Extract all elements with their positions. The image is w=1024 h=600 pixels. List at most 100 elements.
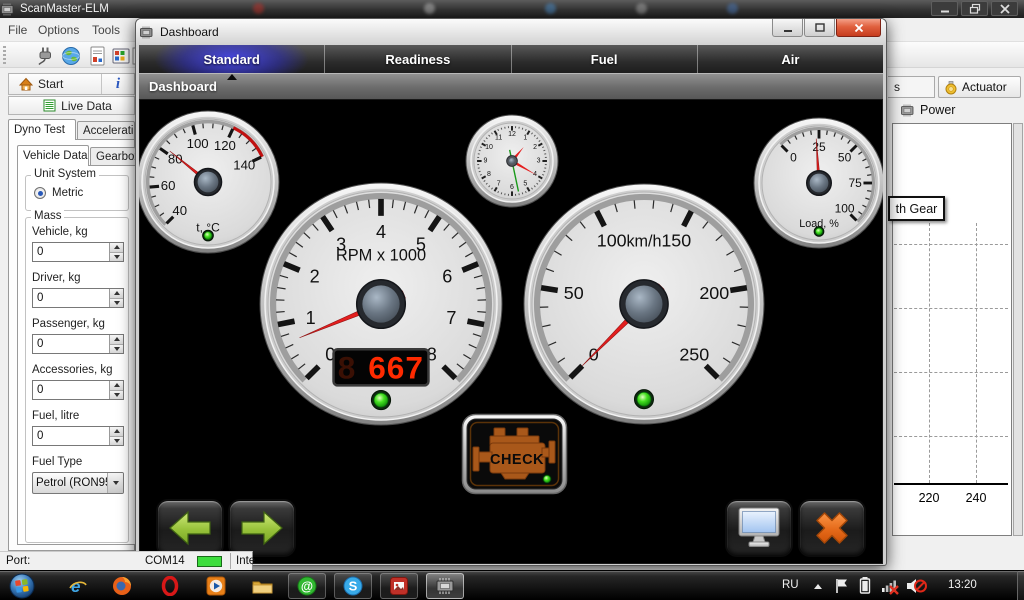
next-page-button[interactable] (230, 501, 294, 555)
dashboard-window-controls (772, 19, 881, 37)
svg-text:S: S (349, 579, 358, 594)
media-app-button[interactable] (380, 573, 418, 599)
accessories-kg-input[interactable]: 0 (32, 380, 124, 400)
dashboard-close-button[interactable] (836, 19, 881, 37)
partial-tab[interactable]: s (888, 76, 935, 98)
vehicle-kg-spinner[interactable] (109, 243, 123, 261)
svg-text:3: 3 (537, 158, 541, 165)
firefox-icon[interactable] (112, 576, 132, 596)
chip-icon (434, 577, 456, 595)
close-button[interactable] (991, 1, 1018, 16)
combo-dropdown-icon[interactable] (107, 473, 123, 493)
globe-icon[interactable] (60, 45, 82, 67)
action-center-flag-icon[interactable] (834, 577, 850, 595)
explorer-folder-icon[interactable] (252, 576, 273, 596)
live-data-list-icon (43, 99, 56, 112)
check-label: CHECK (490, 452, 544, 468)
opera-icon[interactable] (160, 576, 180, 596)
home-icon (19, 77, 33, 91)
tab-air[interactable]: Air (698, 45, 883, 73)
tab-gearbox[interactable]: Gearbox (90, 147, 136, 166)
dashboard-tab-bar: Standard Readiness Fuel Air (139, 45, 883, 73)
connect-plug-icon[interactable] (34, 45, 56, 67)
dashboard-maximize-button[interactable] (804, 19, 835, 37)
statusbar-divider (230, 553, 231, 569)
vehicle-kg-input[interactable]: 0 (32, 242, 124, 262)
prev-page-button[interactable] (158, 501, 222, 555)
tab-dyno-test[interactable]: Dyno Test (8, 119, 76, 140)
menu-file[interactable]: File (8, 18, 27, 42)
gear-label: th Gear (888, 196, 945, 221)
modules-grid-icon[interactable] (110, 45, 132, 67)
passenger-kg-spinner[interactable] (109, 335, 123, 353)
menu-tools[interactable]: Tools (92, 18, 120, 42)
minimize-button[interactable] (931, 1, 958, 16)
menu-options[interactable]: Options (38, 18, 79, 42)
actuator-tab[interactable]: Actuator (938, 76, 1021, 98)
unit-system-group: Unit System Metric (25, 175, 129, 211)
speed-gauge: 050100150200250km/h (523, 183, 765, 425)
dashboard-minimize-button[interactable] (772, 19, 803, 37)
fuel-type-combobox[interactable]: Petrol (RON95 (32, 472, 124, 494)
show-desktop-button[interactable] (1017, 571, 1024, 600)
tray-expand-icon[interactable] (814, 584, 822, 589)
dashboard-titlebar[interactable]: Dashboard (136, 19, 886, 45)
svg-text:140: 140 (233, 158, 255, 173)
taskbar: e @ S (0, 570, 1024, 600)
start-button[interactable]: Start (9, 74, 101, 94)
titlebar-blob-red (253, 3, 264, 14)
info-icon: i (116, 76, 120, 93)
fuel-type-value: Petrol (RON95 (33, 473, 107, 493)
tab-standard[interactable]: Standard (139, 45, 325, 73)
driver-kg-spinner[interactable] (109, 289, 123, 307)
svg-text:120: 120 (214, 138, 236, 153)
svg-text:50: 50 (564, 283, 584, 303)
gear-label-text: th Gear (896, 202, 938, 216)
network-icon[interactable] (880, 577, 900, 595)
mass-legend: Mass (31, 210, 64, 222)
passenger-kg-input[interactable]: 0 (32, 334, 124, 354)
power-tab[interactable]: Power (900, 101, 955, 119)
volume-muted-icon[interactable] (905, 576, 927, 596)
actuator-tab-label: Actuator (962, 80, 1007, 94)
fuel-litre-spinner[interactable] (109, 427, 123, 445)
media-player-icon[interactable] (206, 576, 226, 596)
actuator-icon (944, 80, 958, 95)
accessories-kg-spinner[interactable] (109, 381, 123, 399)
battery-icon[interactable] (858, 576, 872, 595)
svg-text:25: 25 (812, 140, 826, 154)
tab-vehicle-data[interactable]: Vehicle Data (17, 145, 89, 166)
mail-agent-app-button[interactable]: @ (288, 573, 326, 599)
start-orb[interactable] (9, 573, 35, 599)
fuel-litre-input[interactable]: 0 (32, 426, 124, 446)
vertical-scrollbar[interactable] (1013, 123, 1023, 536)
skype-app-button[interactable]: S (334, 573, 372, 599)
report-icon[interactable] (86, 45, 108, 67)
tab-acceleration[interactable]: Acceleration (77, 121, 135, 140)
tab-fuel[interactable]: Fuel (512, 45, 698, 73)
tab-acceleration-label: Acceleration (83, 125, 135, 137)
svg-text:1: 1 (523, 134, 527, 141)
language-indicator[interactable]: RU (782, 579, 799, 591)
svg-text:40: 40 (172, 203, 187, 218)
svg-text:1: 1 (306, 308, 316, 328)
internet-explorer-icon[interactable]: e (68, 576, 88, 596)
scanmaster-app-button[interactable] (426, 573, 464, 599)
passenger-kg-value: 0 (33, 335, 109, 353)
driver-kg-input[interactable]: 0 (32, 288, 124, 308)
fuel-litre-value: 0 (33, 427, 109, 445)
clock[interactable]: 13:20 (948, 579, 977, 591)
tab-readiness[interactable]: Readiness (325, 45, 511, 73)
metric-radio[interactable] (34, 187, 46, 199)
live-data-button[interactable]: Live Data (8, 96, 135, 115)
driver-kg-label: Driver, kg (32, 272, 81, 284)
info-button[interactable]: i (101, 74, 134, 94)
close-dashboard-button[interactable] (800, 501, 864, 555)
port-label: Port: (6, 555, 30, 567)
fullscreen-button[interactable] (727, 501, 791, 555)
svg-text:75: 75 (849, 176, 863, 190)
dashboard-header: Dashboard (139, 73, 883, 99)
restore-button[interactable] (961, 1, 988, 16)
h-gridline (894, 372, 1008, 373)
vehicle-kg-label: Vehicle, kg (32, 226, 88, 238)
